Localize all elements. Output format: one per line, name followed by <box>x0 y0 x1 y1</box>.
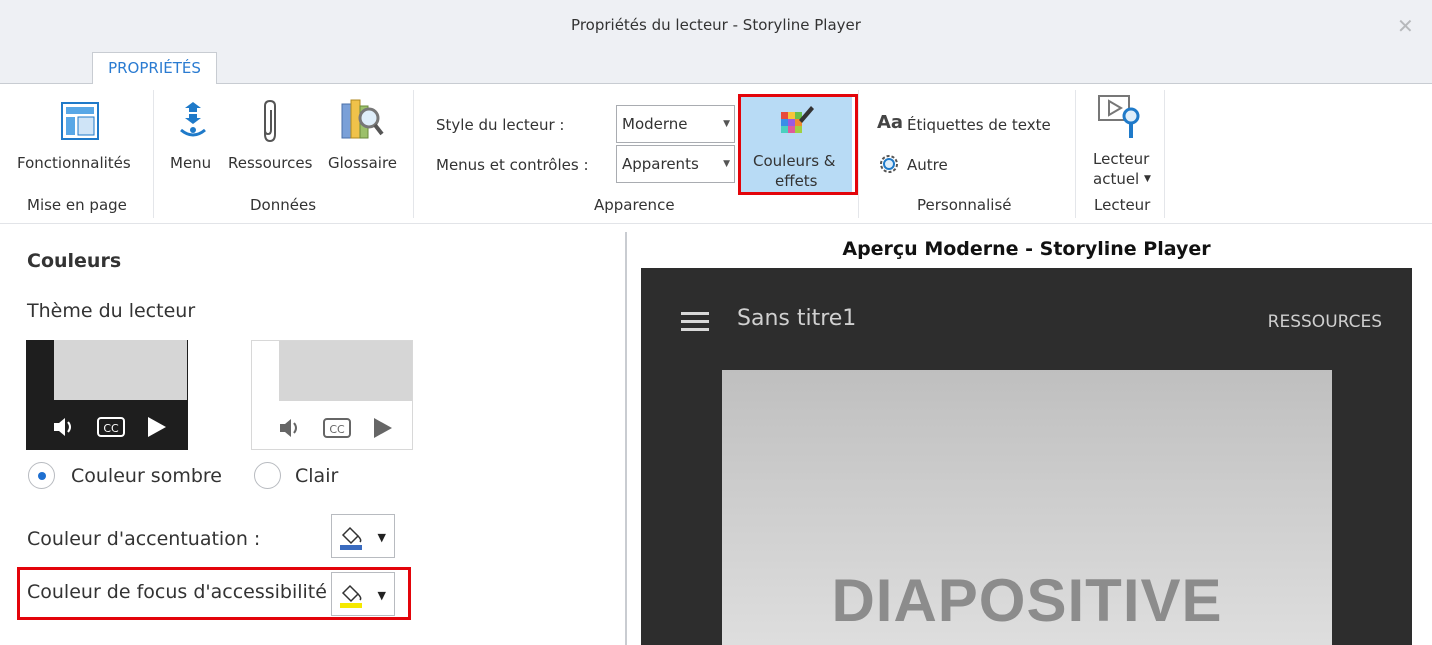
layout-icon <box>61 102 99 140</box>
text-labels-icon: Aa <box>877 112 904 133</box>
group-separator <box>153 90 154 218</box>
svg-text:CC: CC <box>103 422 119 435</box>
gear-icon <box>880 155 898 173</box>
player-style-dropdown[interactable]: Moderne ▼ <box>616 105 735 143</box>
accent-color-picker[interactable]: ▼ <box>331 514 395 558</box>
accent-color-swatch <box>340 545 362 550</box>
group-separator <box>1075 90 1076 218</box>
player-group-label: Lecteur <box>1094 196 1151 214</box>
player-preview: Sans titre1 RESSOURCES DIAPOSITIVE <box>641 268 1412 645</box>
thumbnail-slide-area <box>54 340 187 400</box>
resources-tab: RESSOURCES <box>1267 312 1382 332</box>
data-group-label: Données <box>250 196 317 214</box>
menu-icon <box>180 102 206 137</box>
light-theme-radio[interactable] <box>254 462 281 489</box>
tab-properties[interactable]: PROPRIÉTÉS <box>92 52 217 85</box>
menus-controls-label: Menus et contrôles : <box>436 156 589 174</box>
paperclip-icon <box>264 99 276 143</box>
glossary-button-label: Glossaire <box>328 154 398 172</box>
svg-text:CC: CC <box>329 423 345 436</box>
group-separator <box>858 90 859 218</box>
course-title: Sans titre1 <box>737 306 857 331</box>
menus-controls-dropdown[interactable]: Apparents ▼ <box>616 145 735 183</box>
slide-area: DIAPOSITIVE <box>722 370 1332 645</box>
text-labels-label: Étiquettes de texte <box>907 116 1051 134</box>
chevron-down-icon: ▼ <box>377 531 386 544</box>
menu-button-label: Menu <box>170 154 212 172</box>
player-theme-label: Thème du lecteur <box>27 300 196 322</box>
player-style-label: Style du lecteur : <box>436 116 565 134</box>
layout-group-label: Mise en page <box>27 196 127 214</box>
chevron-down-icon: ▼ <box>1144 174 1151 184</box>
preview-title: Aperçu Moderne - Storyline Player <box>842 238 1211 260</box>
player-controls-icons: CC <box>280 418 392 438</box>
hamburger-menu-icon <box>681 312 709 336</box>
dark-theme-label: Couleur sombre <box>71 465 222 487</box>
light-theme-thumbnail[interactable]: CC <box>251 340 413 450</box>
slide-placeholder-text: DIAPOSITIVE <box>831 567 1223 634</box>
close-icon[interactable]: ✕ <box>1397 14 1414 38</box>
tab-strip: PROPRIÉTÉS <box>0 52 1432 85</box>
player-publish-icon <box>1098 95 1140 138</box>
radio-selected-dot <box>38 472 46 480</box>
colors-heading: Couleurs <box>27 250 122 272</box>
custom-group-label: Personnalisé <box>917 196 1012 214</box>
accent-color-label: Couleur d'accentuation : <box>27 528 261 550</box>
features-button-label: Fonctionnalités <box>17 154 131 172</box>
chevron-down-icon: ▼ <box>723 119 730 129</box>
menus-controls-value: Apparents <box>622 155 699 173</box>
chevron-down-icon: ▼ <box>723 159 730 169</box>
thumbnail-slide-area <box>279 341 412 401</box>
group-separator <box>1164 90 1165 218</box>
panel-divider[interactable] <box>625 232 627 645</box>
player-controls-icons: CC <box>54 417 166 437</box>
appearance-group-label: Apparence <box>594 196 675 214</box>
ribbon: Fonctionnalités Mise en page Menu Ressou… <box>0 84 1432 224</box>
highlight-box-colors-effects <box>738 94 858 195</box>
current-player-label-line1: Lecteur <box>1093 150 1150 168</box>
glossary-icon <box>341 99 384 139</box>
dark-theme-radio[interactable] <box>28 462 55 489</box>
dark-theme-thumbnail[interactable]: CC <box>26 340 188 450</box>
highlight-box-focus-color <box>17 567 411 620</box>
light-theme-label: Clair <box>295 465 339 487</box>
paint-bucket-icon <box>340 526 362 550</box>
other-label: Autre <box>907 156 948 174</box>
resources-button-label: Ressources <box>228 154 313 172</box>
window-title: Propriétés du lecteur - Storyline Player <box>571 16 861 34</box>
player-style-value: Moderne <box>622 115 688 133</box>
title-bar: Propriétés du lecteur - Storyline Player… <box>0 0 1432 52</box>
current-player-label-line2: actuel <box>1093 170 1140 188</box>
group-separator <box>413 90 414 218</box>
